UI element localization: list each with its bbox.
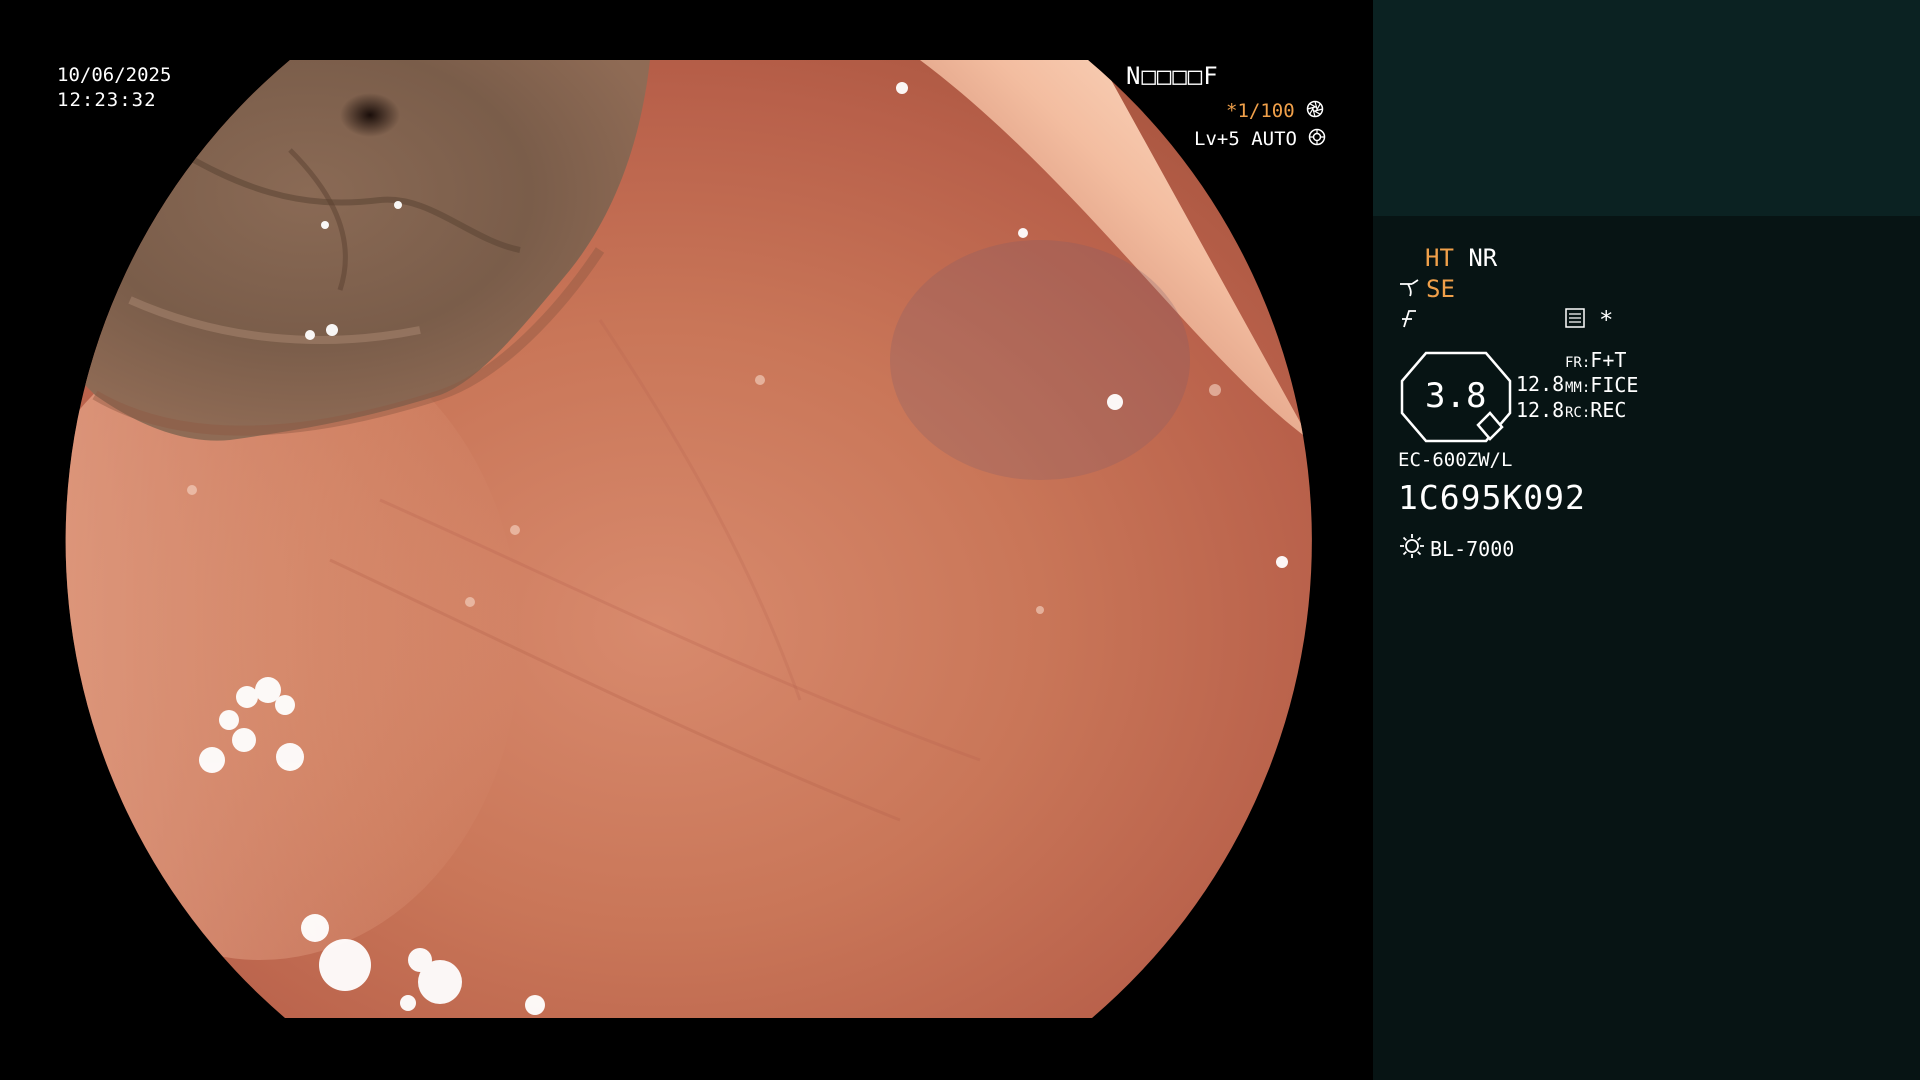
enhancement-label: HT [1425,244,1454,272]
endoscopy-screen: 10/06/2025 12:23:32 N□□□□F *1/100 Lv+5 A… [0,0,1920,1080]
gear-icon [1308,128,1326,151]
structure-enhancement-label: SE [1426,275,1455,303]
info-panel: HT NR SE * 3.8 12.8 12.8 FR:F+T MM:FICE … [1373,0,1920,1080]
light-source: BL-7000 [1398,532,1514,565]
shutter-value: *1/100 [1226,100,1295,122]
mm-key: MM: [1565,380,1591,396]
exam-date: 10/06/2025 [57,64,172,86]
noise-reduction-label: NR [1468,244,1498,272]
scope-tip-icon [1398,276,1422,304]
scope-serial-number: 1C695K092 [1398,478,1586,517]
level-value: Lv+5 AUTO [1194,128,1297,150]
param-value-bottom: 12.8 [1516,398,1565,422]
endoscopic-image [65,60,1312,1018]
star-marker: * [1599,306,1614,334]
mm-value: FICE [1590,373,1639,397]
aperture-icon [1306,100,1324,123]
shutter-speed: *1/100 [1226,100,1324,123]
rc-value: REC [1590,398,1627,422]
fr-value: F+T [1590,348,1627,372]
zoom-magnification: 3.8 [1425,376,1487,416]
f-row [1398,306,1420,335]
brightness-level: Lv+5 AUTO [1194,128,1326,151]
patient-name: N□□□□F [1126,62,1219,90]
light-source-model: BL-7000 [1430,536,1515,561]
exam-time: 12:23:32 [57,89,157,111]
menu-list-icon [1564,307,1586,334]
info-panel-header-block [1373,0,1920,216]
enhancement-row: HT NR [1425,244,1497,272]
flash-icon [1398,307,1420,335]
sun-icon [1398,532,1426,565]
structure-enhancement-row: SE [1398,275,1455,304]
memory-mode: MM:FICE [1565,373,1638,397]
param-value-top: 12.8 [1516,372,1565,396]
scope-model: EC-600ZW/L [1398,449,1513,471]
freeze-mode: FR:F+T [1565,348,1626,372]
fr-key: FR: [1565,355,1591,371]
rc-key: RC: [1565,405,1591,421]
endoscope-video-area: 10/06/2025 12:23:32 N□□□□F *1/100 Lv+5 A… [0,0,1373,1080]
record-mode: RC:REC [1565,398,1626,422]
